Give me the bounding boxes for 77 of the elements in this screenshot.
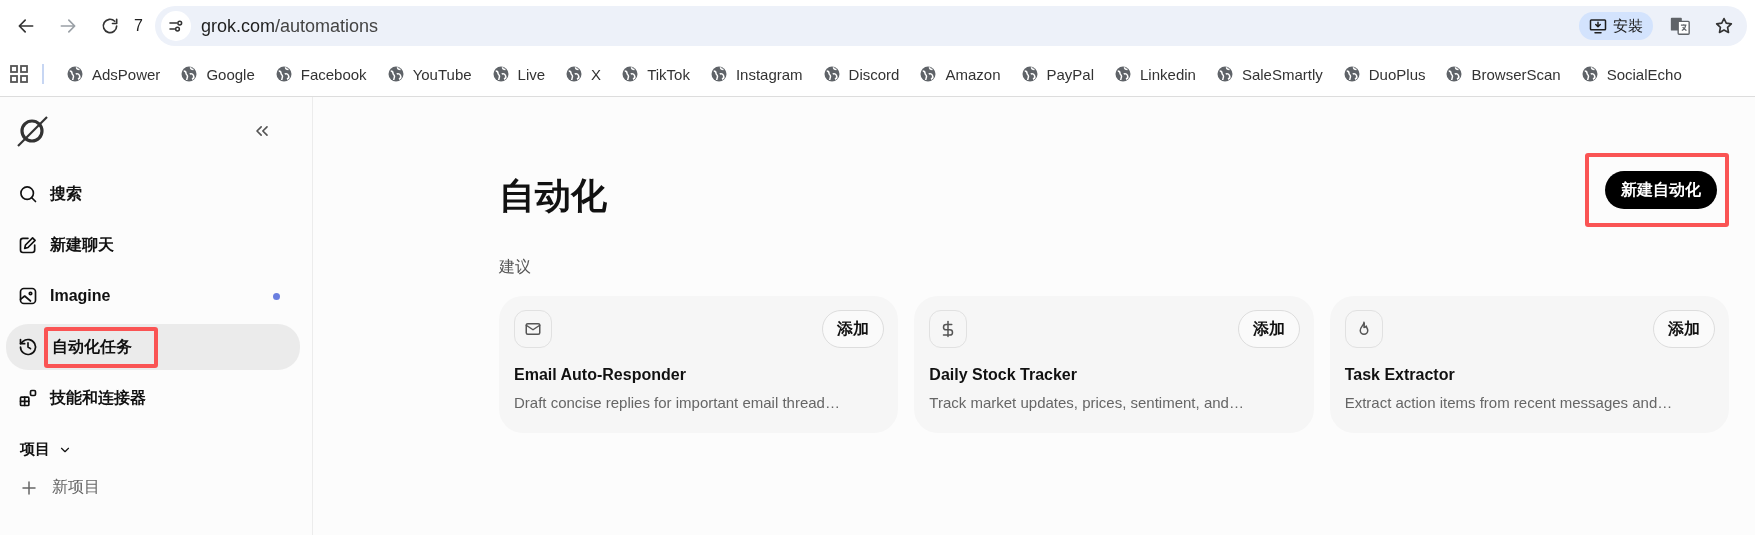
globe-icon (1020, 65, 1039, 83)
sidebar-item[interactable]: Imagine (6, 273, 300, 319)
back-arrow-icon (16, 16, 36, 36)
bookmark[interactable]: Amazon (911, 61, 1009, 87)
card-title: Email Auto-Responder (514, 366, 687, 384)
sidebar-item-label: 自动化任务 (52, 337, 132, 355)
page-title: 自动化 (499, 173, 607, 218)
bookmark[interactable]: Live (483, 61, 554, 87)
bookmark[interactable]: Instagram (701, 61, 811, 87)
url-text: grok.com/automations (200, 15, 379, 37)
bookmark[interactable]: SaleSmartly (1207, 61, 1331, 87)
globe-icon (1445, 65, 1464, 83)
forward-arrow-icon (58, 16, 78, 36)
section-heading: 建议 (499, 257, 532, 277)
bookmark[interactable]: AdsPower (58, 61, 169, 87)
new-automation-button[interactable]: 新建自动化 (1605, 171, 1717, 209)
sidebar-item-label: Imagine (50, 287, 111, 305)
sidebar-item[interactable]: 技能和连接器 (6, 375, 300, 421)
site-settings-button[interactable] (160, 11, 191, 41)
star-icon (1714, 16, 1734, 36)
card-title: Task Extractor (1344, 366, 1456, 384)
sidebar-item-label: 技能和连接器 (50, 387, 146, 408)
sidebar-item-label: 新建聊天 (50, 234, 114, 255)
bookmark[interactable]: Linkedin (1106, 61, 1204, 87)
card-description: Extract action items from recent messages and… (1344, 394, 1674, 411)
globe-icon (1342, 65, 1361, 83)
mail-icon (524, 320, 542, 338)
search-icon (18, 184, 38, 204)
grid-icon (10, 65, 28, 83)
globe-icon (565, 65, 584, 83)
projects-header[interactable]: 项目 (6, 426, 86, 467)
globe-icon (1114, 65, 1133, 83)
bookmark[interactable]: DuoPlus (1334, 61, 1434, 87)
globe-icon (822, 65, 841, 83)
blocks-icon (18, 388, 38, 408)
history-icon (18, 337, 38, 357)
bookmark[interactable]: TikTok (613, 61, 698, 87)
globe-icon (386, 65, 405, 83)
bookmark[interactable]: X (557, 61, 610, 87)
translate-icon (1669, 15, 1691, 37)
bookmark[interactable]: Google (172, 61, 263, 87)
address-bar[interactable]: grok.com/automations 安裝 (154, 6, 1747, 46)
sidebar-item-label: 搜索 (50, 183, 82, 204)
globe-icon (919, 65, 938, 83)
install-button[interactable]: 安裝 (1579, 12, 1653, 40)
globe-icon (274, 65, 293, 83)
add-button[interactable]: 添加 (1237, 310, 1300, 348)
card-title: Daily Stock Tracker (929, 366, 1078, 384)
image-icon (18, 286, 38, 306)
new-project-button[interactable]: 新项目 (6, 467, 114, 508)
globe-icon (180, 65, 199, 83)
globe-icon (66, 65, 84, 83)
sidebar-item[interactable]: 新建聊天 (6, 222, 300, 268)
globe-icon (491, 65, 510, 83)
sidebar-item[interactable]: 自动化任务 (6, 324, 300, 370)
bookmark[interactable]: BrowserScan (1437, 61, 1569, 87)
plus-icon (20, 478, 38, 497)
tab-count: 7 (134, 17, 143, 35)
globe-icon (621, 65, 640, 83)
bookmark[interactable]: Discord (814, 61, 908, 87)
bookmark[interactable]: YouTube (378, 61, 480, 87)
monitor-download-icon (1589, 17, 1607, 35)
logo-icon (16, 114, 50, 148)
bookmark[interactable]: Facebook (266, 61, 375, 87)
bookmark[interactable]: SocialEcho (1572, 61, 1690, 87)
bookmark[interactable]: PayPal (1012, 61, 1103, 87)
globe-icon (1580, 65, 1599, 83)
pencil-square-icon (18, 235, 38, 255)
globe-icon (1215, 65, 1234, 83)
reload-icon (100, 16, 120, 36)
add-button[interactable]: 添加 (1653, 310, 1715, 348)
card-description: Draft concise replies for important email thread… (514, 394, 841, 411)
add-button[interactable]: 添加 (822, 310, 885, 348)
tune-icon (166, 17, 185, 35)
card-description: Track market updates, prices, sentiment, and… (929, 394, 1245, 411)
sidebar-item[interactable]: 搜索 (6, 171, 300, 217)
globe-icon (709, 65, 728, 83)
